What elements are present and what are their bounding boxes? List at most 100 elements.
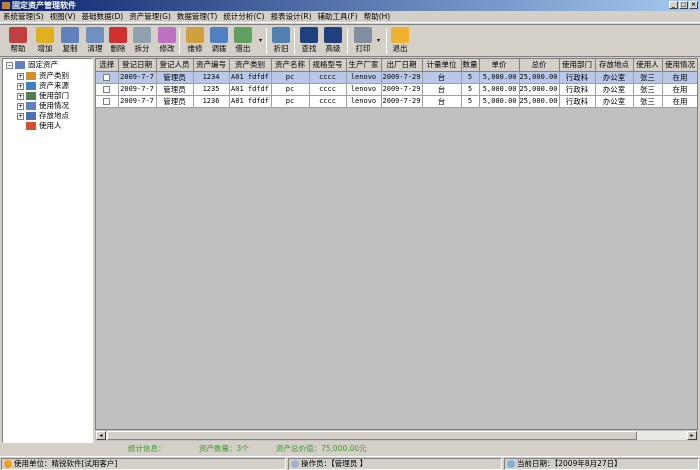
tree-node[interactable]: + 资产来源 <box>17 81 69 91</box>
menu-item[interactable]: 统计分析(C) <box>220 11 267 22</box>
toolbar-button-edit[interactable]: 修改 <box>155 27 179 57</box>
menu-item[interactable]: 系统管理(S) <box>0 11 47 22</box>
status-operator: 操作员：【管理员 】 <box>288 458 502 470</box>
tree-node-icon <box>26 112 36 120</box>
cell-8: 2009-7-29 <box>381 71 423 84</box>
cell-16: 在用 <box>662 83 697 96</box>
column-header[interactable]: 资产类别 <box>229 59 272 72</box>
copy-icon <box>61 27 79 43</box>
expand-icon[interactable]: + <box>17 102 24 110</box>
cell-4: A01 fdfdf <box>229 71 272 84</box>
cell-11: 5,000.00 <box>479 71 520 84</box>
column-header[interactable]: 出厂日期 <box>381 59 423 72</box>
menu-item[interactable]: 帮助(H) <box>361 11 394 22</box>
toolbar: 帮助 增加 复制 清理 删除 拆分 修改 维修 调拨 借出 折旧 查找 高级 打印 退出 ▾ ▾ <box>0 24 700 57</box>
cell-7: lenovo <box>346 83 382 96</box>
asset-total-value: 资产总价值：75,000.00元 <box>276 444 367 453</box>
toolbar-button-advanced-find[interactable]: 高级 <box>321 27 345 57</box>
toolbar-button-depreciation[interactable]: 折旧 <box>269 27 293 57</box>
menu-item[interactable]: 资产管理(G) <box>126 11 174 22</box>
toolbar-button-lend[interactable]: 借出 <box>231 27 255 57</box>
cell-1: 2009-7-7 <box>118 71 157 84</box>
cell-9: 台 <box>422 71 462 84</box>
exit-icon <box>391 27 409 43</box>
menu-item[interactable]: 数据管理(T) <box>174 11 220 22</box>
toolbar-separator <box>294 28 295 54</box>
cell-4: A01 fdfdf <box>229 83 272 96</box>
print-dropdown-arrow[interactable]: ▾ <box>377 37 380 44</box>
table-row[interactable]: 2009-7-7 管理员 1235 A01 fdfdf pc cccc lenovo 2009… <box>96 83 697 96</box>
column-header[interactable]: 选择 <box>96 59 119 72</box>
toolbar-button-exit[interactable]: 退出 <box>388 27 412 57</box>
close-button[interactable]: × <box>689 1 698 9</box>
column-header[interactable]: 总价 <box>519 59 560 72</box>
cell-6: cccc <box>309 71 347 84</box>
toolbar-button-print[interactable]: 打印 <box>351 27 375 57</box>
row-checkbox[interactable] <box>103 73 111 81</box>
tree-node[interactable]: + 使用部门 <box>17 91 69 101</box>
toolbar-button-help[interactable]: 帮助 <box>6 27 30 57</box>
scroll-thumb[interactable] <box>107 431 637 440</box>
cell-2: 管理员 <box>156 83 194 96</box>
scroll-left-arrow[interactable]: ◂ <box>96 431 106 440</box>
expand-icon[interactable]: + <box>17 112 24 120</box>
column-header[interactable]: 规格型号 <box>309 59 347 72</box>
cell-3: 1234 <box>193 71 230 84</box>
column-header[interactable]: 登记人员 <box>156 59 194 72</box>
scroll-right-arrow[interactable]: ▸ <box>687 431 697 440</box>
expand-icon[interactable]: + <box>17 82 24 90</box>
status-date: 当前日期：【2009年8月27日】 <box>504 458 699 470</box>
asset-count: 资产数量：3个 <box>199 444 249 453</box>
menu-item[interactable]: 报表设计(R) <box>267 11 314 22</box>
select-cell[interactable] <box>96 71 119 84</box>
cell-10: 5 <box>461 95 480 108</box>
asset-tree: − 固定资产 + 资产类别 + 资产来源 + 使用部门 + 使用情况 + 存放地点 使用人 <box>2 58 93 443</box>
column-header[interactable]: 登记日期 <box>118 59 157 72</box>
table-row[interactable]: 2009-7-7 管理员 1234 A01 fdfdf pc cccc lenovo 2009… <box>96 71 697 84</box>
tree-node-label: 使用人 <box>39 121 62 130</box>
cell-12: 25,000.00 <box>519 71 560 84</box>
select-cell[interactable] <box>96 83 119 96</box>
table-row[interactable]: 2009-7-7 管理员 1236 A01 fdfdf pc cccc lenovo 2009… <box>96 95 697 108</box>
toolbar-button-label: 借出 <box>235 44 251 53</box>
column-header[interactable]: 资产编号 <box>193 59 230 72</box>
lend-dropdown-arrow[interactable]: ▾ <box>259 37 262 44</box>
expand-icon[interactable]: + <box>17 72 24 80</box>
column-header[interactable]: 存放地点 <box>595 59 634 72</box>
tree-node[interactable]: + 存放地点 <box>17 111 69 121</box>
column-header[interactable]: 使用情况 <box>662 59 697 72</box>
column-header[interactable]: 使用部门 <box>559 59 596 72</box>
tree-node[interactable]: + 使用情况 <box>17 101 69 111</box>
menu-item[interactable]: 视图(V) <box>47 11 79 22</box>
column-header[interactable]: 单价 <box>479 59 520 72</box>
column-header[interactable]: 生产厂家 <box>346 59 382 72</box>
column-header[interactable]: 资产名称 <box>271 59 310 72</box>
horizontal-scrollbar[interactable]: ◂ ▸ <box>95 430 698 441</box>
minimize-button[interactable]: _ <box>669 1 678 9</box>
row-checkbox[interactable] <box>103 97 111 105</box>
toolbar-separator <box>179 28 180 54</box>
menu-item[interactable]: 基础数据(D) <box>79 11 127 22</box>
clear-icon <box>86 27 104 43</box>
cell-15: 张三 <box>633 83 663 96</box>
cell-13: 行政科 <box>559 95 596 108</box>
tree-node-root[interactable]: − 固定资产 <box>6 60 58 70</box>
tree-node-label: 固定资产 <box>28 60 58 69</box>
status-unit: 使用单位：精锐软件[试用客户] <box>1 458 286 470</box>
advanced-find-icon <box>324 27 342 43</box>
tree-node-icon <box>26 102 36 110</box>
column-header[interactable]: 数量 <box>461 59 480 72</box>
menu-item[interactable]: 辅助工具(F) <box>315 11 361 22</box>
expand-icon[interactable]: + <box>17 92 24 100</box>
column-header[interactable]: 使用人 <box>633 59 663 72</box>
maximize-button[interactable]: □ <box>679 1 688 9</box>
select-cell[interactable] <box>96 95 119 108</box>
row-checkbox[interactable] <box>103 85 111 93</box>
tree-node[interactable]: 使用人 <box>26 121 62 131</box>
column-header[interactable]: 计量单位 <box>422 59 462 72</box>
app-icon <box>2 2 10 9</box>
collapse-icon[interactable]: − <box>6 61 13 69</box>
tree-node[interactable]: + 资产类别 <box>17 71 69 81</box>
operator-text: 操作员：【管理员 】 <box>301 459 368 468</box>
cell-7: lenovo <box>346 71 382 84</box>
